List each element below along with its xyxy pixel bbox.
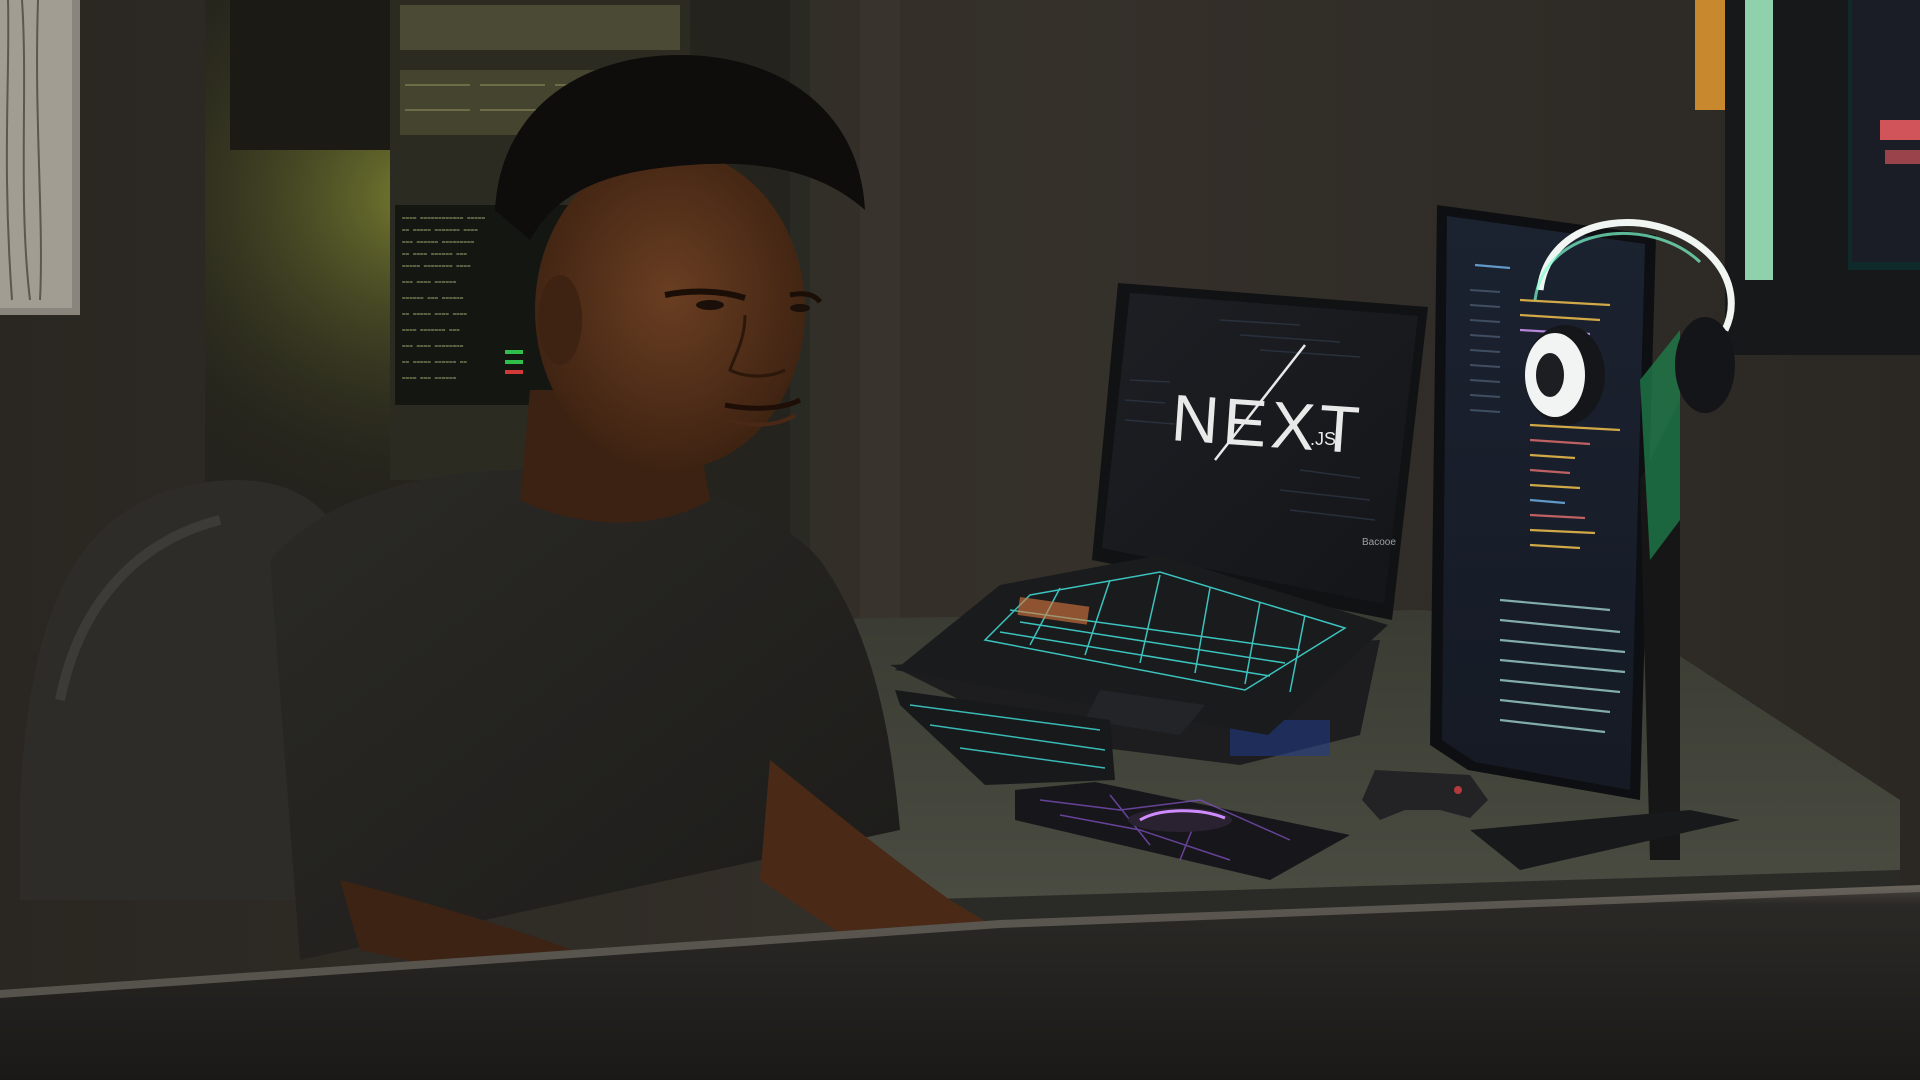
scene-illustration: ==== ============ ===== == ===== =======…: [0, 0, 1920, 1080]
svg-text:==== ============ =====: ==== ============ =====: [402, 215, 485, 222]
svg-text:=== ==== ======: === ==== ======: [402, 279, 457, 286]
svg-text:==== ======= ===: ==== ======= ===: [402, 327, 460, 334]
svg-text:=== ==== ========: === ==== ========: [402, 343, 464, 350]
nextjs-logo-suffix: .JS: [1310, 429, 1336, 449]
svg-text:==== === ======: ==== === ======: [402, 375, 457, 382]
svg-text:== ==== ====== ===: == ==== ====== ===: [402, 251, 467, 258]
svg-text:== ===== ====== ==: == ===== ====== ==: [402, 359, 467, 366]
svg-text:===== ======== ====: ===== ======== ====: [402, 263, 471, 270]
laptop-screen-brand: Bacooe: [1362, 537, 1396, 548]
svg-text:=== ====== =========: === ====== =========: [402, 239, 475, 246]
render-scene: ==== ============ ===== == ===== =======…: [0, 0, 1920, 1080]
wall-picture-left: [0, 0, 80, 315]
svg-text:== ===== ==== ====: == ===== ==== ====: [402, 311, 467, 318]
svg-text:====== === ======: ====== === ======: [402, 295, 464, 302]
svg-text:== ===== ======= ====: == ===== ======= ====: [402, 227, 478, 234]
